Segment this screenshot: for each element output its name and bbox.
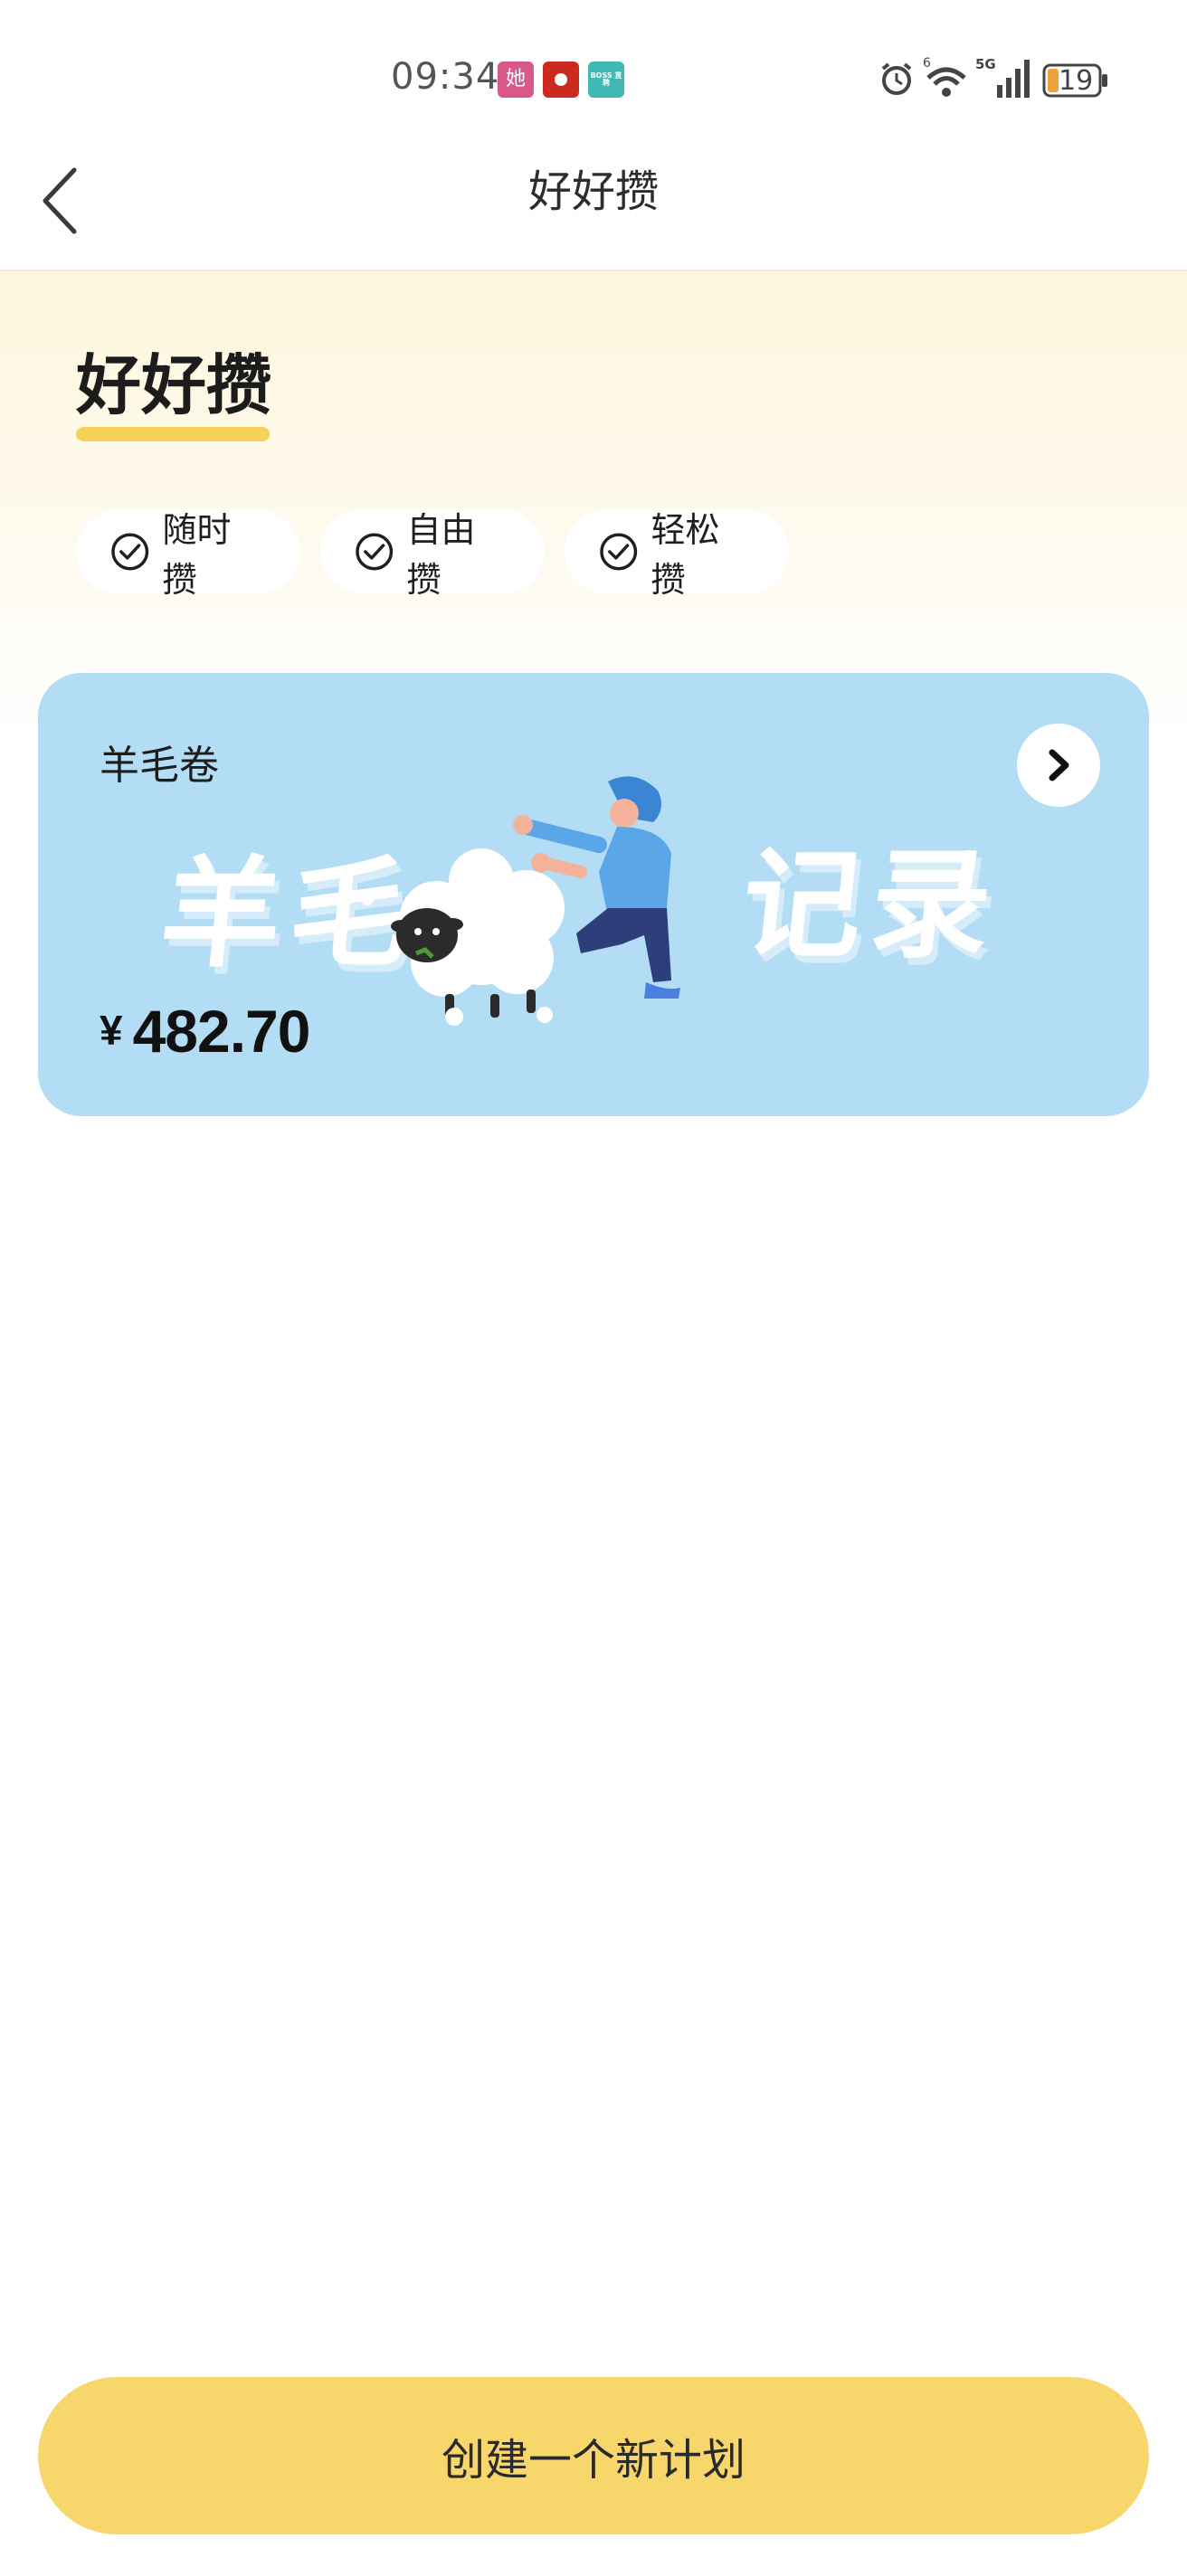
sheep-illustration <box>361 776 680 1026</box>
tag-easy: 轻松攒 <box>565 510 789 600</box>
svg-text:6: 6 <box>923 56 931 71</box>
battery-level: 19 <box>1059 65 1094 97</box>
page-title: 好好攒 <box>527 166 659 217</box>
chevron-right-icon <box>1049 749 1069 781</box>
tag-free: 自由攒 <box>320 510 545 600</box>
alarm-icon <box>881 62 912 95</box>
wifi-icon: 6 <box>923 56 966 97</box>
card-arrow-button[interactable] <box>1017 724 1100 807</box>
currency-symbol: ¥ <box>100 1007 123 1054</box>
notification-app-icon <box>543 62 579 98</box>
create-new-plan-button[interactable]: 创建一个新计划 <box>38 2377 1149 2534</box>
amount-value: 482.70 <box>132 998 311 1065</box>
tag-label: 自由攒 <box>406 510 476 600</box>
svg-text:5G: 5G <box>975 56 996 72</box>
boss-app-icon: BOSS 直聘 <box>588 62 624 98</box>
check-circle-icon <box>111 533 149 571</box>
plan-amount: ¥482.70 <box>100 997 311 1065</box>
title-underline <box>76 427 270 441</box>
status-bar: 09:34 她 BOSS 直聘 6 5G 19 <box>0 0 1187 145</box>
tag-label: 随时攒 <box>162 510 232 600</box>
status-time: 09:34 <box>391 56 500 98</box>
check-circle-icon <box>356 533 394 571</box>
sheep-icon <box>391 848 565 1018</box>
ta-app-icon: 她 <box>498 62 534 98</box>
signal-icon: 5G <box>975 56 1030 98</box>
hero-title: 好好攒 <box>76 347 272 423</box>
tag-anytime: 随时攒 <box>76 510 300 600</box>
tag-label: 轻松攒 <box>650 510 720 600</box>
savings-plan-card[interactable]: 羊毛 记录 羊毛卷 ¥ 482.70 <box>38 673 1149 1116</box>
plan-name: 羊毛卷 <box>100 743 219 789</box>
check-circle-icon <box>600 533 638 571</box>
